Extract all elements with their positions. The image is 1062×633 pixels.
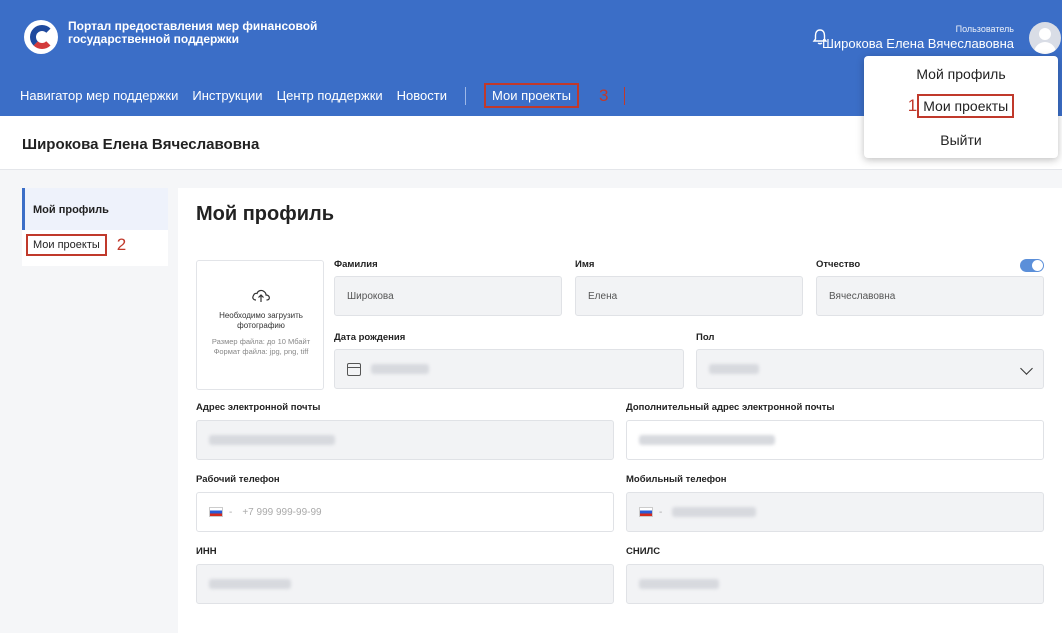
annotation-marker-3: 3 <box>598 85 609 105</box>
portal-logo-icon[interactable] <box>24 20 58 54</box>
annotation-marker-1: 1 <box>907 96 918 115</box>
avatar-icon[interactable] <box>1029 22 1061 54</box>
extra-email-label: Дополнительный адрес электронной почты <box>626 402 835 413</box>
user-role: Пользователь <box>955 24 1014 34</box>
photo-upload-hint: Необходимо загрузить фотографию <box>219 311 303 330</box>
mobile-phone-redacted <box>672 507 757 517</box>
nav-item-support[interactable]: Центр поддержки <box>277 88 383 103</box>
calendar-icon[interactable] <box>347 362 361 376</box>
menu-item-my-projects-row: 1 Мои проекты <box>864 94 1058 118</box>
annotation-marker-2: 2 <box>116 235 127 255</box>
nav-item-news[interactable]: Новости <box>397 88 447 103</box>
russia-flag-icon[interactable] <box>209 507 223 517</box>
nav-divider <box>464 86 466 105</box>
snils-label: СНИЛС <box>626 546 661 557</box>
country-code-divider: - <box>659 506 663 518</box>
main-nav: Навигатор мер поддержки Инструкции Центр… <box>20 83 626 108</box>
patronymic-label: Отчество <box>816 259 861 270</box>
user-info[interactable]: Пользователь Широкова Елена Вячеславовна <box>822 24 1014 51</box>
first-name-value: Елена <box>588 290 618 302</box>
work-phone-placeholder: +7 999 999-99-99 <box>242 506 322 518</box>
snils-field[interactable] <box>626 564 1044 604</box>
last-name-field[interactable]: Широкова <box>334 276 562 316</box>
mobile-phone-field[interactable]: - <box>626 492 1044 532</box>
work-phone-field[interactable]: - +7 999 999-99-99 <box>196 492 614 532</box>
chevron-down-icon <box>1020 362 1033 375</box>
inn-field[interactable] <box>196 564 614 604</box>
page-title: Мой профиль <box>196 203 335 225</box>
patronymic-value: Вячеславовна <box>829 290 896 302</box>
last-name-label: Фамилия <box>334 259 378 270</box>
email-redacted <box>209 435 335 445</box>
russia-flag-icon[interactable] <box>639 507 653 517</box>
sidebar-item-my-projects-row: Мои проекты 2 <box>22 234 168 260</box>
user-name: Широкова Елена Вячеславовна <box>822 36 1014 51</box>
sidebar-item-my-projects[interactable]: Мои проекты <box>26 234 107 256</box>
menu-item-my-profile[interactable]: Мой профиль <box>864 66 1058 82</box>
email-field[interactable] <box>196 420 614 460</box>
photo-upload[interactable]: Необходимо загрузить фотографию Размер ф… <box>196 260 324 390</box>
portal-title[interactable]: Портал предоставления мер финансовой гос… <box>68 20 368 46</box>
birth-date-field[interactable] <box>334 349 684 389</box>
gender-select[interactable] <box>696 349 1044 389</box>
birth-date-label: Дата рождения <box>334 332 406 343</box>
patronymic-field[interactable]: Вячеславовна <box>816 276 1044 316</box>
menu-item-logout[interactable]: Выйти <box>864 132 1058 148</box>
email-label: Адрес электронной почты <box>196 402 321 413</box>
profile-sidebar: Мой профиль Мои проекты 2 <box>22 188 168 266</box>
upload-cloud-icon <box>252 289 270 302</box>
nav-item-navigator[interactable]: Навигатор мер поддержки <box>20 88 178 103</box>
last-name-value: Широкова <box>347 290 394 302</box>
patronymic-toggle[interactable] <box>1020 259 1044 272</box>
nav-item-instructions[interactable]: Инструкции <box>192 88 262 103</box>
sidebar-item-my-profile[interactable]: Мой профиль <box>22 188 168 230</box>
subheader-user-name: Широкова Елена Вячеславовна <box>22 136 260 153</box>
mobile-phone-label: Мобильный телефон <box>626 474 727 485</box>
inn-label: ИНН <box>196 546 217 557</box>
country-code-divider: - <box>229 506 233 518</box>
photo-size-limit: Размер файла: до 10 Мбайт <box>211 337 311 346</box>
first-name-label: Имя <box>575 259 595 270</box>
snils-redacted <box>639 579 719 589</box>
extra-email-redacted <box>639 435 775 445</box>
text-caret <box>624 86 626 105</box>
gender-redacted <box>709 364 759 374</box>
work-phone-label: Рабочий телефон <box>196 474 280 485</box>
nav-item-my-projects[interactable]: Мои проекты <box>483 83 579 108</box>
photo-upload-requirements: Размер файла: до 10 Мбайт Формат файла: … <box>197 337 325 357</box>
extra-email-field[interactable] <box>626 420 1044 460</box>
birth-date-redacted <box>371 364 429 374</box>
photo-format: Формат файла: jpg, png, tiff <box>213 347 309 356</box>
first-name-field[interactable]: Елена <box>575 276 803 316</box>
user-dropdown-menu: Мой профиль 1 Мои проекты Выйти <box>864 56 1058 158</box>
gender-label: Пол <box>696 332 715 343</box>
inn-redacted <box>209 579 291 589</box>
menu-item-my-projects[interactable]: Мои проекты <box>917 94 1015 118</box>
